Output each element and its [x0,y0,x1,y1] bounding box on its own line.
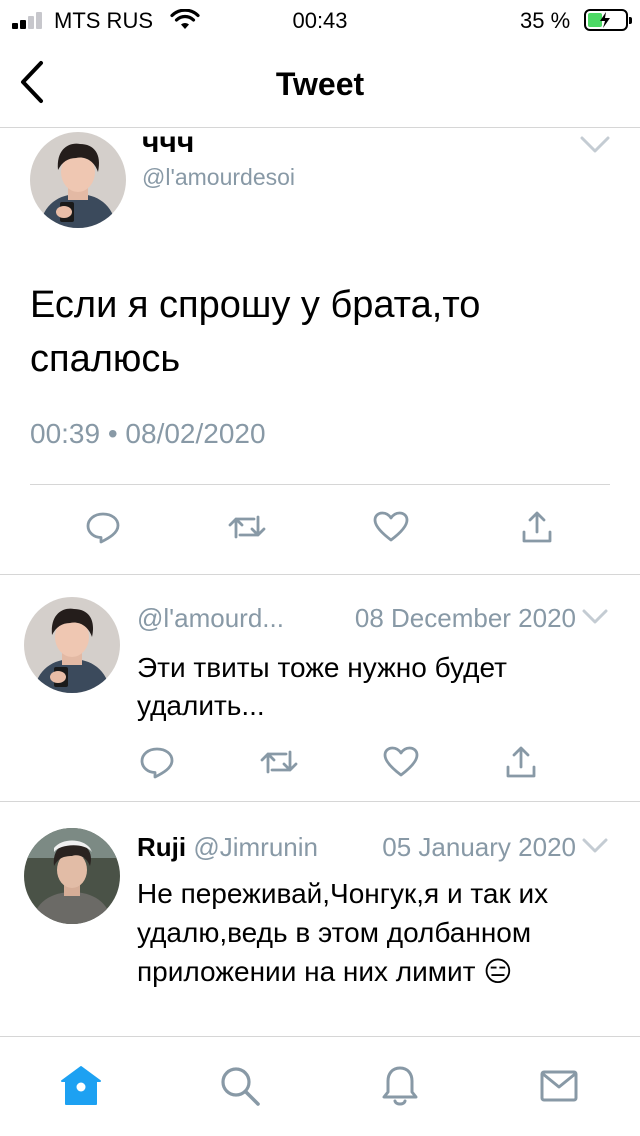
tweet-actions [0,508,640,550]
like-button[interactable] [368,508,414,550]
status-bar: MTS RUS 00:43 35 % [0,0,640,40]
tab-notifications[interactable] [375,1063,425,1113]
reply-icon [85,509,121,550]
like-button[interactable] [378,743,424,785]
tweet-text: Если я спрошу у брата,то спалюсь [30,284,481,380]
share-icon [521,510,553,549]
reply-date: 08 December 2020 [354,603,576,633]
retweet-button[interactable] [256,743,302,785]
reply-display-name[interactable]: Ruji [137,832,186,862]
retweet-button[interactable] [224,508,270,550]
tab-messages[interactable] [534,1063,584,1113]
home-icon [59,1064,103,1113]
avatar[interactable] [24,828,120,924]
battery-icon [584,9,632,31]
reply-header: @l'amourd... [137,603,284,634]
main-tweet: ччч @l'amourdesoi Если я спрошу у брата,… [0,126,640,574]
battery-percent: 35 % [520,8,571,33]
reply-header: Ruji @Jimrunin [137,832,318,863]
user-handle[interactable]: @l'amourdesoi [142,164,295,191]
share-icon [505,745,537,784]
chevron-down-icon[interactable] [582,838,608,859]
tweet-timestamp: 00:39 • 08/02/2020 [30,418,266,449]
divider [30,484,610,485]
display-name[interactable]: ччч [142,126,194,160]
avatar[interactable] [24,597,120,693]
tab-home[interactable] [56,1063,106,1113]
reply-date: 05 January 2020 [382,832,576,862]
reply-tweet[interactable]: @l'amourd... 08 December 2020 Эти твиты … [0,575,640,801]
tab-bar [0,1036,640,1136]
reply-text: Не переживай,Чонгук,я и так их удалю,вед… [137,878,549,987]
share-button[interactable] [498,743,544,785]
share-button[interactable] [514,508,560,550]
like-icon [383,746,419,783]
tab-search[interactable] [215,1063,265,1113]
navigation-bar: Tweet [0,40,640,128]
reply-text: Эти твиты тоже нужно будет удалить... [137,652,507,721]
reply-tweet[interactable]: Ruji @Jimrunin 05 January 2020 Не пережи… [0,802,640,1036]
messages-icon [539,1069,579,1108]
reply-button[interactable] [80,508,126,550]
search-icon [218,1064,262,1113]
notifications-icon [380,1064,420,1113]
avatar[interactable] [30,132,126,228]
chevron-down-icon[interactable] [580,136,610,159]
reply-handle[interactable]: @Jimrunin [193,832,318,862]
chevron-down-icon[interactable] [582,609,608,630]
reply-icon [139,744,175,785]
reply-button[interactable] [134,743,180,785]
like-icon [373,511,409,548]
reply-handle[interactable]: @l'amourd... [137,603,284,633]
retweet-icon [227,511,267,548]
page-title: Tweet [275,66,365,102]
retweet-icon [259,746,299,783]
